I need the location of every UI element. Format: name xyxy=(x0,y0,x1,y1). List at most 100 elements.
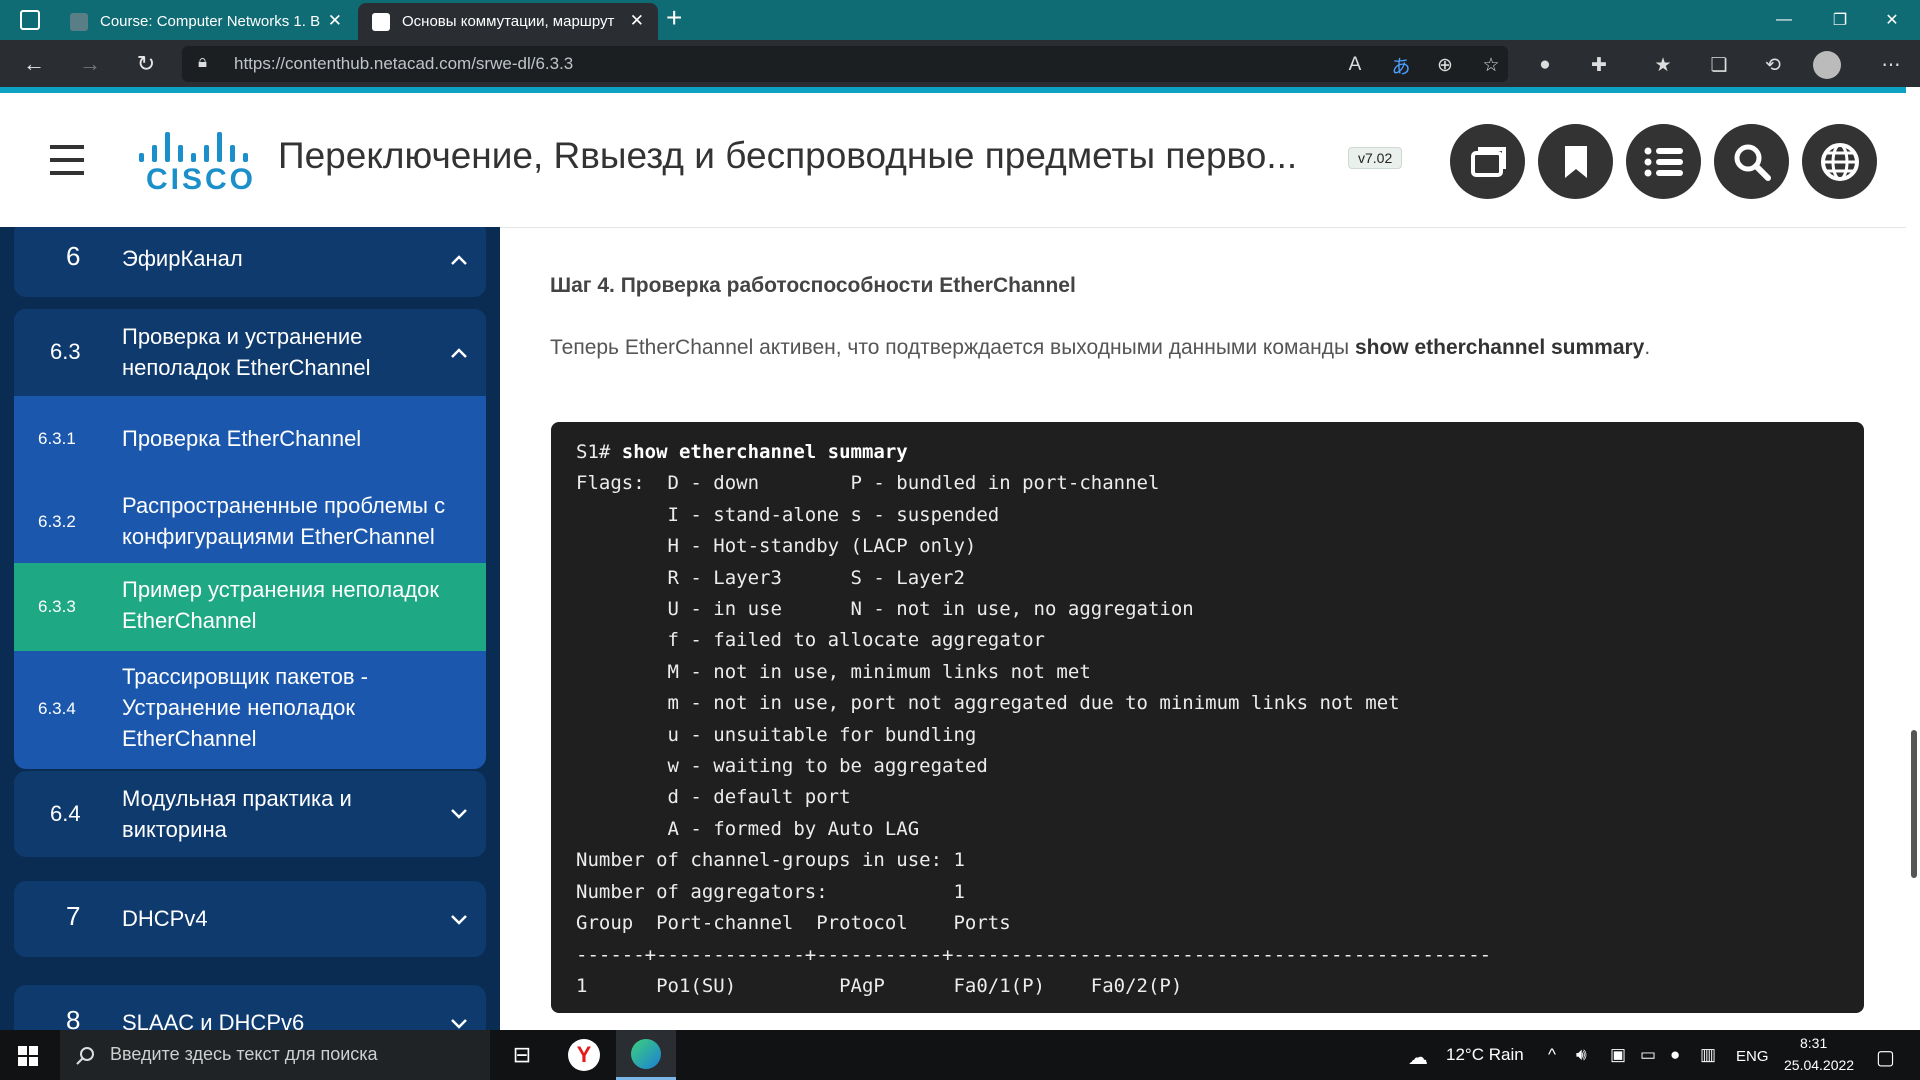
favorites-icon[interactable]: ★ xyxy=(1648,50,1678,80)
close-tab-icon[interactable]: ✕ xyxy=(328,11,342,31)
task-view-icon[interactable]: ⊟ xyxy=(492,1030,552,1080)
minimize-button[interactable]: — xyxy=(1756,0,1812,40)
url-text[interactable]: https://contenthub.netacad.com/srwe-dl/6… xyxy=(234,54,573,74)
bookmark-button[interactable] xyxy=(1538,124,1613,199)
battery-icon[interactable]: ▭ xyxy=(1640,1045,1656,1065)
cli-line: I - stand-alone s - suspended xyxy=(576,503,1000,526)
list-button[interactable] xyxy=(1626,124,1701,199)
item-number: 6.3.2 xyxy=(38,512,76,531)
extension-icon[interactable]: ● xyxy=(1530,50,1560,80)
cli-line: f - failed to allocate aggregator xyxy=(576,629,1046,652)
course-title: Переключение, Rвыезд и беспроводные пред… xyxy=(278,135,1298,176)
sidebar-item-6-3-1[interactable]: 6.3.1 Проверка EtherChannel xyxy=(14,397,486,480)
close-window-button[interactable]: ✕ xyxy=(1864,0,1920,40)
tab-favicon-icon xyxy=(70,13,88,31)
item-number: 6.3.4 xyxy=(38,699,76,718)
cli-command: show etherchannel summary xyxy=(621,441,908,463)
bookmark-icon xyxy=(1564,145,1587,178)
chevron-down-icon xyxy=(451,809,467,819)
section-label-line1: Модульная практика и xyxy=(122,786,352,811)
search-button[interactable] xyxy=(1714,124,1789,199)
close-tab-icon[interactable]: ✕ xyxy=(630,11,644,31)
cli-line: w - waiting to be aggregated xyxy=(576,755,988,778)
tab-actions-icon[interactable] xyxy=(20,10,40,30)
section-label-line2: неполадок EtherChannel xyxy=(122,355,371,380)
sidebar-item-6-3-4[interactable]: 6.3.4 Трассировщик пакетов - Устранение … xyxy=(14,651,486,769)
search-icon xyxy=(1734,144,1771,181)
para-end: . xyxy=(1644,336,1651,359)
forward-icon[interactable]: → xyxy=(74,48,106,80)
item-label-line2: EtherChannel xyxy=(122,608,257,633)
add-favorite-icon[interactable]: ☆ xyxy=(1476,50,1506,80)
network-icon[interactable]: ▥ xyxy=(1700,1045,1716,1065)
cisco-logo-text: CISCO xyxy=(146,163,257,196)
cisco-favicon-icon xyxy=(372,13,390,31)
browser-tab-course[interactable]: Course: Computer Networks 1. B ✕ xyxy=(56,3,356,40)
sidebar-item-6-3-3-active[interactable]: 6.3.3 Пример устранения неполадок EtherC… xyxy=(14,563,486,651)
maximize-button[interactable]: ❐ xyxy=(1812,0,1868,40)
cli-line: M - not in use, minimum links not met xyxy=(576,660,1091,683)
microphone-icon[interactable]: ● xyxy=(1670,1045,1680,1065)
volume-icon[interactable]: 🔊︎ xyxy=(1576,1045,1587,1065)
search-icon xyxy=(76,1047,94,1065)
clock-time[interactable]: 8:31 xyxy=(1800,1035,1827,1051)
reload-icon[interactable]: ↻ xyxy=(130,48,162,80)
collections-icon[interactable]: ❏ xyxy=(1704,50,1734,80)
list-icon xyxy=(1644,147,1683,176)
language-indicator[interactable]: ENG xyxy=(1736,1048,1769,1065)
tab-label: Основы коммутации, маршрут xyxy=(402,13,615,30)
show-hidden-icons[interactable]: ^ xyxy=(1548,1045,1556,1065)
module-number: 8 xyxy=(66,1005,81,1030)
cli-line: d - default port xyxy=(576,786,851,809)
weather-icon[interactable]: ☁ xyxy=(1408,1045,1428,1070)
item-number: 6.3.1 xyxy=(38,429,76,448)
back-icon[interactable]: ← xyxy=(18,48,50,80)
pages-button[interactable] xyxy=(1450,124,1525,199)
windows-start-icon[interactable] xyxy=(18,1046,38,1066)
meet-icon[interactable]: ▣ xyxy=(1610,1045,1626,1065)
browser-tab-active[interactable]: Основы коммутации, маршрут ✕ xyxy=(358,3,658,40)
new-tab-button[interactable]: + xyxy=(666,2,682,34)
extensions-icon[interactable]: ✚ xyxy=(1584,50,1614,80)
menu-icon[interactable] xyxy=(50,145,84,175)
para-command: show etherchannel summary xyxy=(1354,336,1645,359)
yandex-browser-icon[interactable]: Y xyxy=(554,1030,614,1080)
weather-text[interactable]: 12°C Rain xyxy=(1446,1045,1524,1065)
item-label-line2: Устранение неполадок xyxy=(122,695,356,720)
lock-icon[interactable]: 🔒︎ xyxy=(198,52,207,72)
read-aloud-icon[interactable]: A xyxy=(1340,50,1370,80)
chevron-down-icon xyxy=(451,1019,467,1029)
sidebar-section-6-4[interactable]: 6.4 Модульная практика и викторина xyxy=(14,771,486,857)
module-label: DHCPv4 xyxy=(122,906,208,931)
cli-line: Number of channel-groups in use: 1 xyxy=(576,849,965,872)
notifications-icon[interactable]: ▢ xyxy=(1876,1045,1895,1070)
cli-prompt: S1# xyxy=(576,441,622,463)
zoom-icon[interactable]: ⊕ xyxy=(1430,50,1460,80)
sidebar-module-8[interactable]: 8 SLAAC и DHCPv6 xyxy=(14,985,486,1030)
chevron-down-icon xyxy=(451,915,467,925)
version-badge: v7.02 xyxy=(1348,147,1403,169)
clock-date[interactable]: 25.04.2022 xyxy=(1784,1057,1854,1073)
item-label-line1: Пример устранения неполадок xyxy=(122,577,440,602)
translate-icon[interactable]: あ xyxy=(1386,50,1416,80)
profile-avatar[interactable] xyxy=(1813,51,1841,79)
cli-output: S1# show etherchannel summary Flags: D -… xyxy=(576,437,1491,1002)
page-scrollbar[interactable] xyxy=(1911,730,1917,878)
taskbar-search-placeholder[interactable]: Введите здесь текст для поиска xyxy=(110,1044,378,1065)
cli-line: u - unsuitable for bundling xyxy=(576,723,977,746)
module-number: 6 xyxy=(66,241,81,271)
sidebar-module-6[interactable]: 6 ЭфирКанал xyxy=(14,227,486,297)
language-button[interactable] xyxy=(1802,124,1877,199)
more-icon[interactable]: ⋯ xyxy=(1876,50,1906,80)
module-label: SLAAC и DHCPv6 xyxy=(122,1010,305,1030)
cli-line: Number of aggregators: 1 xyxy=(576,880,965,903)
cli-line: m - not in use, port not aggregated due … xyxy=(576,692,1400,715)
sidebar-module-7[interactable]: 7 DHCPv4 xyxy=(14,881,486,957)
sidebar-item-6-3-2[interactable]: 6.3.2 Распространенные проблемы с конфиг… xyxy=(14,480,486,563)
edge-browser-icon[interactable] xyxy=(616,1030,676,1080)
history-icon[interactable]: ⟲ xyxy=(1758,50,1788,80)
cli-line: ------+-------------+-----------+-------… xyxy=(576,943,1492,966)
cli-line: 1 Po1(SU) PAgP Fa0/1(P) Fa0/2(P) xyxy=(576,974,1183,997)
section-label-line2: викторина xyxy=(122,817,227,842)
section-number: 6.4 xyxy=(50,801,81,826)
